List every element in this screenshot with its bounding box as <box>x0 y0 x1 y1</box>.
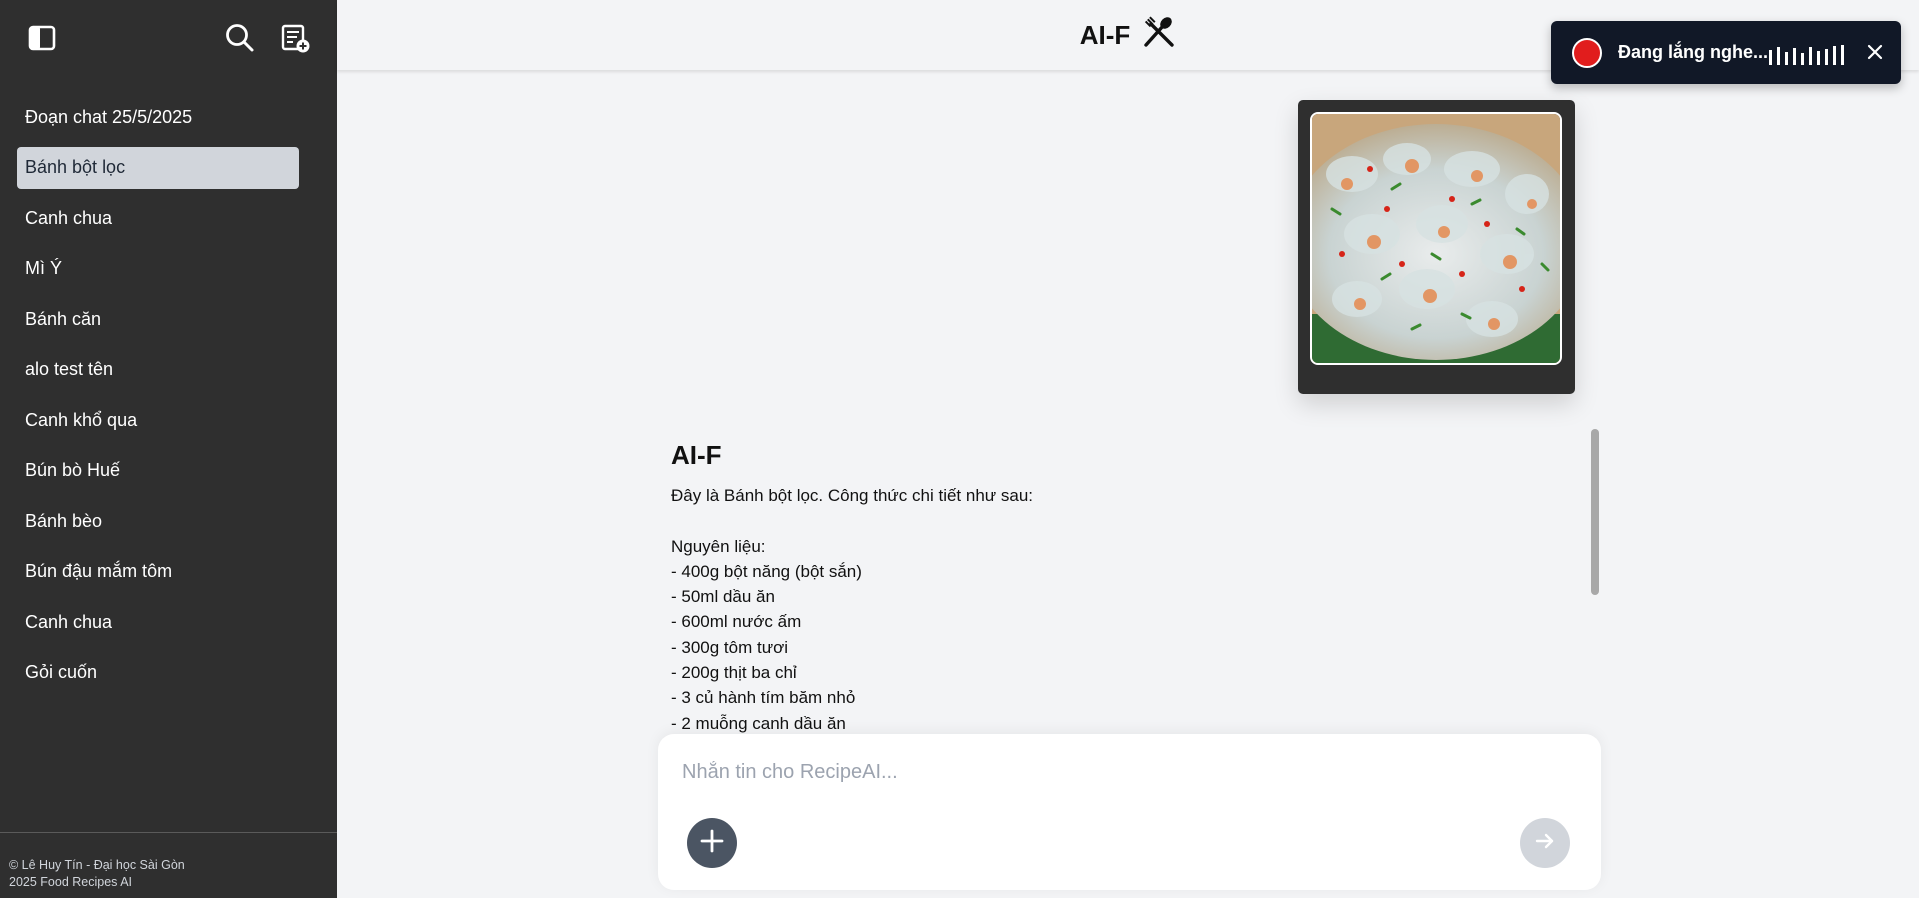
response-line: - 2 muỗng canh dầu ăn <box>671 713 846 733</box>
attach-button[interactable] <box>687 818 737 868</box>
audio-level-bar <box>1785 52 1788 65</box>
sidebar-footer: © Lê Huy Tín - Đại học Sài Gòn 2025 Food… <box>9 857 185 891</box>
chat-scrollbar[interactable] <box>1591 429 1599 595</box>
audio-level-bar <box>1801 53 1804 65</box>
toggle-sidebar-icon[interactable] <box>25 21 59 55</box>
audio-level-bar <box>1825 49 1828 65</box>
arrow-right-icon <box>1533 829 1557 858</box>
response-line: - 600ml nước ấm <box>671 612 802 632</box>
chat-history-item[interactable]: Gỏi cuốn <box>17 652 299 694</box>
search-icon[interactable] <box>223 21 257 55</box>
chat-history-item[interactable]: Bún đậu mắm tôm <box>17 551 299 593</box>
response-line: - 300g tôm tươi <box>671 637 789 657</box>
response-line: - 3 củ hành tím băm nhỏ <box>671 688 856 708</box>
fork-spoon-icon <box>1142 15 1176 56</box>
sidebar-toolbar <box>0 0 337 76</box>
chat-history-item[interactable]: Bánh bèo <box>17 500 299 542</box>
ai-response: AI-F Đây là Bánh bột lọc. Công thức chi … <box>671 440 1571 736</box>
listening-toast: Đang lắng nghe... <box>1551 21 1901 84</box>
brand: AI-F <box>1080 15 1177 56</box>
new-chat-icon[interactable] <box>278 21 312 55</box>
record-indicator-icon <box>1572 38 1602 68</box>
chat-history-item[interactable]: Mì Ý <box>17 248 299 290</box>
response-line: Nguyên liệu: <box>671 536 766 556</box>
audio-level-bar <box>1817 51 1820 65</box>
food-photo[interactable] <box>1310 112 1562 365</box>
user-image-message <box>1298 100 1575 394</box>
sidebar: Đoạn chat 25/5/2025 Bánh bột lọc Canh ch… <box>0 0 337 898</box>
listening-status: Đang lắng nghe... <box>1618 42 1769 62</box>
brand-title: AI-F <box>1079 19 1131 50</box>
response-line: - 400g bột năng (bột sắn) <box>671 561 862 581</box>
chat-history-item[interactable]: alo test tên <box>17 349 299 391</box>
chat-history-list: Đoạn chat 25/5/2025 Bánh bột lọc Canh ch… <box>17 96 299 702</box>
response-line: - 200g thịt ba chỉ <box>671 663 797 683</box>
audio-level-bar <box>1769 50 1772 65</box>
response-line: - 50ml dầu ăn <box>671 587 775 607</box>
chat-history-item[interactable]: Canh chua <box>17 197 299 239</box>
plus-icon <box>699 828 725 859</box>
response-line <box>671 508 1571 533</box>
chat-history-item[interactable]: Canh chua <box>17 601 299 643</box>
chat-history-item[interactable]: Đoạn chat 25/5/2025 <box>17 96 299 138</box>
audio-level-bar <box>1793 48 1796 65</box>
chat-history-item[interactable]: Canh khổ qua <box>17 399 299 441</box>
audio-level-bar <box>1777 47 1780 65</box>
close-icon[interactable] <box>1863 40 1887 64</box>
send-button[interactable] <box>1520 818 1570 868</box>
sidebar-divider <box>0 832 337 833</box>
ai-sender-name: AI-F <box>671 440 722 470</box>
footer-copyright: 2025 Food Recipes AI <box>9 875 132 889</box>
audio-level-bar <box>1833 46 1836 65</box>
audio-level-bar <box>1841 45 1844 65</box>
chat-history-item[interactable]: Bánh căn <box>17 298 299 340</box>
response-line: Đây là Bánh bột lọc. Công thức chi tiết … <box>671 486 1034 505</box>
message-input[interactable] <box>682 756 1562 788</box>
chat-history-item[interactable]: Bún bò Huế <box>17 450 299 492</box>
audio-level-meter <box>1769 45 1844 65</box>
message-composer <box>658 734 1601 890</box>
chat-history-item-active[interactable]: Bánh bột lọc <box>17 146 299 189</box>
audio-level-bar <box>1809 47 1812 65</box>
footer-credit: © Lê Huy Tín - Đại học Sài Gòn <box>9 858 185 872</box>
